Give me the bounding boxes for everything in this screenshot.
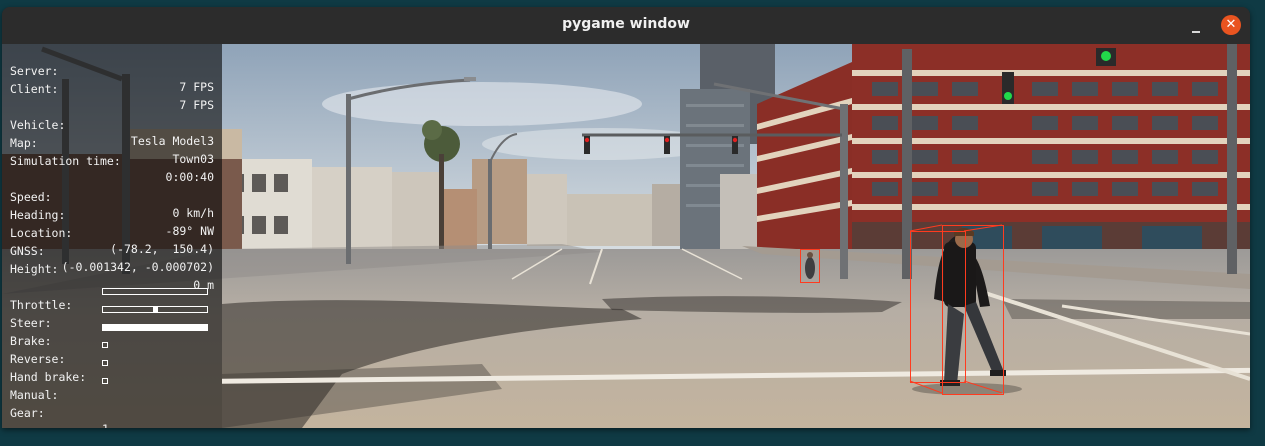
hud-label: Client: xyxy=(10,82,59,96)
hud-map-row: Map: Town03 xyxy=(10,119,214,166)
hud-panel: Server: 7 FPS Client: 7 FPS Vehicle: Tes… xyxy=(2,44,222,428)
camera-view[interactable]: Server: 7 FPS Client: 7 FPS Vehicle: Tes… xyxy=(2,44,1250,428)
hud-label: Height: xyxy=(10,262,59,276)
hand-brake-checkbox xyxy=(102,360,108,366)
pygame-window: pygame window ✕ Server: 7 FPS Client: 7 … xyxy=(2,7,1250,428)
pedestrian-bounding-box xyxy=(800,249,820,283)
manual-checkbox xyxy=(102,378,108,384)
hud-hand-brake-row: Hand brake: xyxy=(10,353,214,384)
hud-height-row: Height: 0 m xyxy=(10,245,214,292)
brake-bar xyxy=(102,324,208,331)
hud-vehicle-row: Vehicle: Tesla Model3 xyxy=(10,101,214,148)
hud-reverse-row: Reverse: xyxy=(10,335,214,366)
hud-heading-row: Heading: -89° NW xyxy=(10,191,214,238)
close-button[interactable]: ✕ xyxy=(1221,15,1241,35)
hud-value: 7 FPS xyxy=(179,80,214,94)
window-title: pygame window xyxy=(562,16,690,32)
pedestrian-bounding-box-inner xyxy=(910,231,966,383)
hud-value: 1 xyxy=(102,421,109,428)
hud-simulation-time-row: Simulation time: 0:00:40 xyxy=(10,137,214,184)
hud-server-row: Server: 7 FPS xyxy=(10,47,214,94)
reverse-checkbox xyxy=(102,342,108,348)
hud-value: (-0.001342, -0.000702) xyxy=(61,260,214,274)
steer-indicator xyxy=(152,306,158,313)
throttle-bar xyxy=(102,288,208,295)
hud-location-row: Location: (-78.2, 150.4) xyxy=(10,209,214,256)
minimize-button[interactable] xyxy=(1185,17,1207,35)
hud-speed-row: Speed: 0 km/h xyxy=(10,173,214,220)
hud-gear-row: Gear: 1 xyxy=(10,389,214,428)
hud-label: Simulation time: xyxy=(10,154,121,168)
hud-client-row: Client: 7 FPS xyxy=(10,65,214,112)
title-bar[interactable]: pygame window ✕ xyxy=(2,7,1250,45)
brake-bar-fill xyxy=(103,325,207,330)
hud-manual-row: Manual: xyxy=(10,371,214,402)
hud-gnss-row: GNSS: (-0.001342, -0.000702) xyxy=(10,227,214,274)
hud-value: Town03 xyxy=(172,152,214,166)
steer-bar xyxy=(102,306,208,313)
hud-label: Gear: xyxy=(10,406,45,420)
